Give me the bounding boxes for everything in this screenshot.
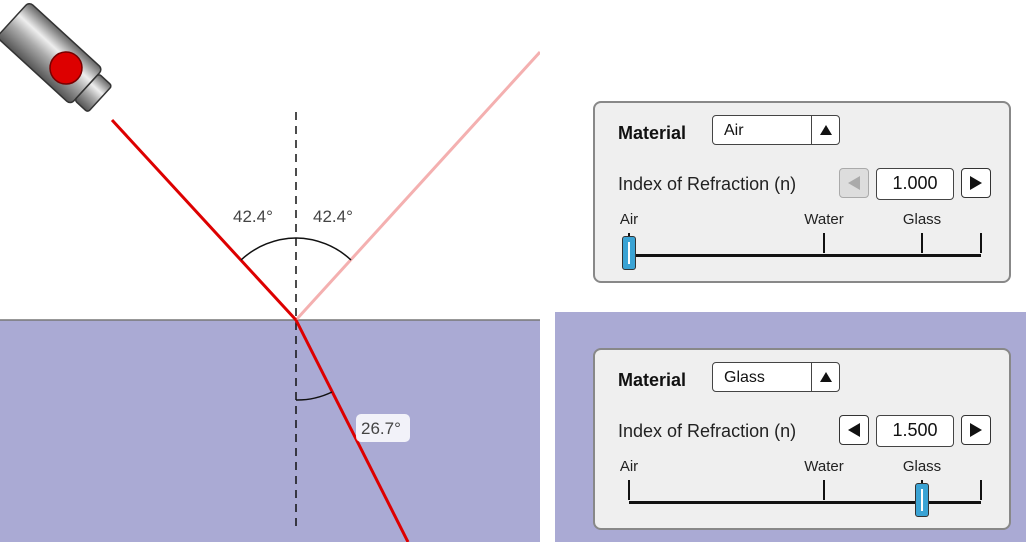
lower-medium-area: Material Glass Index of Refraction (n) 1… [555, 312, 1026, 542]
slider-tick-air [628, 480, 630, 500]
slider-tick-water [823, 233, 825, 253]
upper-medium-panel: Material Air Index of Refraction (n) 1.0… [593, 101, 1011, 283]
arrow-left-icon [848, 423, 860, 437]
decrease-ior-button[interactable] [839, 415, 869, 445]
material-label: Material [618, 370, 687, 390]
ior-value-field[interactable]: 1.000 [876, 168, 954, 200]
arrow-right-icon [970, 423, 982, 437]
slider-tick-end [980, 480, 982, 500]
slider-tick-glass [921, 233, 923, 253]
slider-tick-end [980, 233, 982, 253]
arrow-left-icon [848, 176, 860, 190]
tick-label-glass: Glass [902, 211, 942, 228]
material-dropdown[interactable]: Glass [712, 362, 840, 392]
arrow-right-icon [970, 176, 982, 190]
material-dropdown-value: Air [724, 122, 744, 139]
ior-label: Index of Refraction (n) [618, 174, 797, 194]
reflected-ray [294, 50, 540, 322]
upper-medium-area: Material Air Index of Refraction (n) 1.0… [555, 0, 1026, 312]
dropdown-arrow-up-icon[interactable] [811, 363, 839, 391]
reflected-angle-arc [295, 237, 352, 261]
refracted-angle-label: 26.7° [361, 419, 401, 438]
simulation-canvas: 42.4° 42.4° 26.7° [0, 2, 540, 542]
ior-value-field[interactable]: 1.500 [876, 415, 954, 447]
increase-ior-button[interactable] [961, 415, 991, 445]
tick-label-air: Air [619, 211, 639, 228]
material-dropdown[interactable]: Air [712, 115, 840, 145]
lower-medium [0, 320, 540, 542]
tick-label-glass: Glass [902, 458, 942, 475]
incident-angle-label: 42.4° [233, 207, 273, 226]
ior-slider-thumb[interactable] [622, 236, 636, 270]
material-label: Material [618, 123, 687, 143]
incident-angle-arc [240, 237, 297, 261]
increase-ior-button[interactable] [961, 168, 991, 198]
ior-slider-track[interactable] [629, 254, 981, 257]
tick-label-air: Air [619, 458, 639, 475]
ior-label: Index of Refraction (n) [618, 421, 797, 441]
dropdown-arrow-up-icon[interactable] [811, 116, 839, 144]
laser-pointer-icon[interactable] [0, 2, 116, 117]
lower-medium-panel: Material Glass Index of Refraction (n) 1… [593, 348, 1011, 530]
decrease-ior-button[interactable] [839, 168, 869, 198]
slider-tick-water [823, 480, 825, 500]
tick-label-water: Water [804, 211, 844, 228]
ior-slider-thumb[interactable] [915, 483, 930, 517]
material-dropdown-value: Glass [724, 369, 765, 386]
reflected-angle-label: 42.4° [313, 207, 353, 226]
tick-label-water: Water [804, 458, 844, 475]
